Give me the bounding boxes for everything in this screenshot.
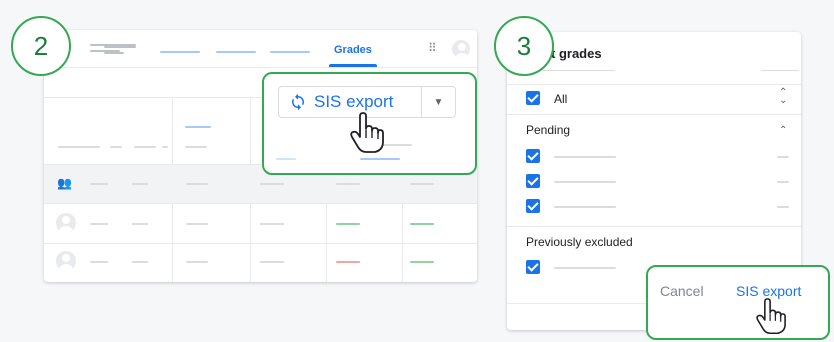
tab-placeholder[interactable] <box>160 51 200 53</box>
row-placeholder <box>276 158 296 160</box>
grade-placeholder <box>777 181 789 183</box>
grade-placeholder <box>336 223 360 225</box>
column-header-placeholder <box>162 146 168 148</box>
row-placeholder <box>90 183 108 185</box>
step-3-badge: 3 <box>494 16 554 76</box>
step-2-badge: 2 <box>11 16 71 76</box>
tab-placeholder[interactable] <box>270 51 310 53</box>
row-placeholder <box>382 144 412 146</box>
dialog-title: t grades <box>551 46 602 61</box>
caret-down-icon[interactable]: ▼ <box>422 87 455 117</box>
row-divider <box>44 203 477 204</box>
row-placeholder <box>132 223 148 225</box>
student-avatar <box>56 251 76 271</box>
select-all-checkbox[interactable] <box>526 91 540 105</box>
student-name-placeholder <box>554 267 616 269</box>
student-checkbox[interactable] <box>526 260 540 274</box>
row-placeholder <box>410 183 434 185</box>
row-placeholder <box>186 223 208 225</box>
row-placeholder <box>90 261 108 263</box>
column-header-placeholder <box>185 146 207 148</box>
section-divider <box>507 226 801 227</box>
student-name-placeholder <box>554 156 616 158</box>
row-placeholder <box>260 261 284 263</box>
row-placeholder <box>186 261 208 263</box>
sync-icon <box>292 93 304 111</box>
account-avatar[interactable] <box>452 40 470 58</box>
column-header-placeholder <box>134 146 156 148</box>
row-placeholder <box>186 183 208 185</box>
chevron-up-icon[interactable]: ⌃ <box>779 125 787 136</box>
student-avatar <box>56 213 76 233</box>
hand-pointer-icon <box>350 112 384 153</box>
expand-all-icon[interactable]: ⌃ ⌄ <box>779 88 787 106</box>
row-placeholder <box>260 223 284 225</box>
people-icon: 👥 <box>57 176 72 190</box>
row-placeholder <box>360 158 400 160</box>
header-control-placeholder <box>761 70 799 71</box>
row-placeholder <box>90 223 108 225</box>
app-title-placeholder <box>104 46 136 48</box>
tab-grades[interactable]: Grades <box>334 44 372 56</box>
dialog-actions-callout: Cancel SIS export <box>646 265 830 340</box>
column-header-placeholder <box>58 146 100 148</box>
excluded-section-label: Previously excluded <box>526 235 633 249</box>
hand-pointer-icon <box>756 298 786 335</box>
row-placeholder <box>132 261 148 263</box>
header-divider <box>44 67 477 68</box>
select-all-label: All <box>554 92 568 106</box>
sis-export-confirm-button[interactable]: SIS export <box>736 283 801 299</box>
menu-placeholder <box>90 50 120 52</box>
grade-placeholder <box>336 261 360 263</box>
row-placeholder <box>132 183 148 185</box>
tab-placeholder[interactable] <box>216 51 256 53</box>
grade-placeholder <box>410 223 434 225</box>
row-placeholder <box>260 183 284 185</box>
column-header-placeholder <box>185 126 211 128</box>
column-header-placeholder <box>110 146 122 148</box>
title-underline-placeholder <box>543 70 615 71</box>
row-placeholder <box>336 183 360 185</box>
app-title-placeholder <box>104 52 124 54</box>
student-name-placeholder <box>554 206 616 208</box>
student-checkbox[interactable] <box>526 199 540 213</box>
grade-placeholder <box>410 261 434 263</box>
dialog-header-divider <box>507 84 801 85</box>
sis-export-label: SIS export <box>314 92 394 111</box>
row-divider <box>44 243 477 244</box>
student-checkbox[interactable] <box>526 149 540 163</box>
grade-placeholder <box>777 206 789 208</box>
student-name-placeholder <box>554 181 616 183</box>
cancel-button[interactable]: Cancel <box>660 283 704 299</box>
menu-placeholder <box>90 44 136 46</box>
grade-placeholder <box>777 156 789 158</box>
apps-grid-icon[interactable]: ⠿ <box>428 41 437 55</box>
pending-section-label: Pending <box>526 123 571 137</box>
student-checkbox[interactable] <box>526 174 540 188</box>
section-divider <box>507 114 801 115</box>
